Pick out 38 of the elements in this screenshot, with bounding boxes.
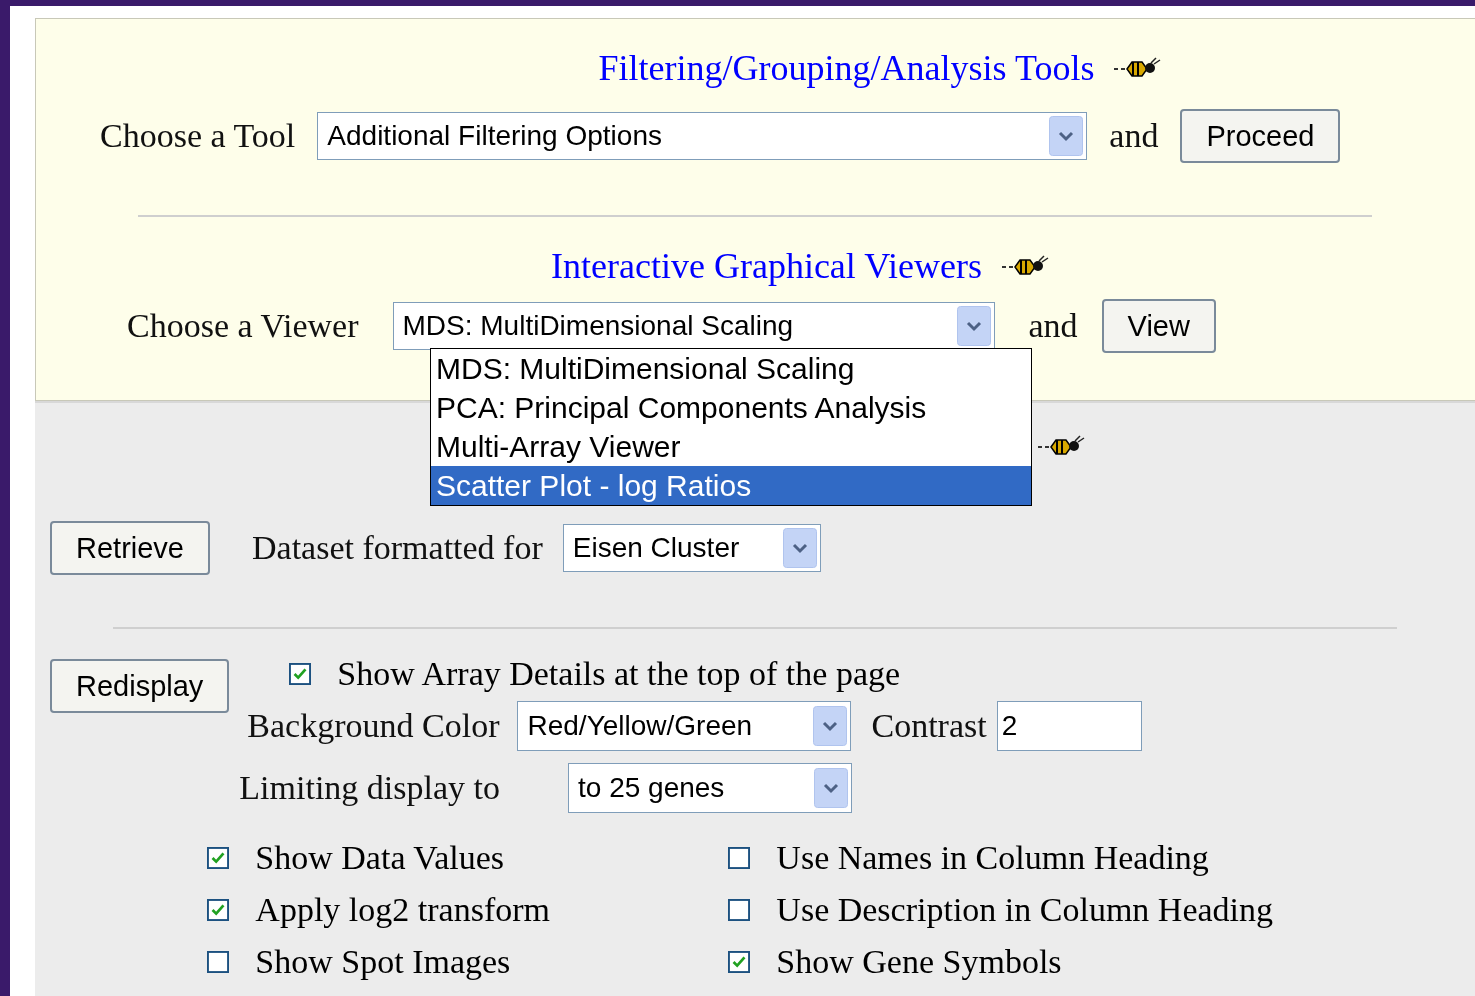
tool-select[interactable]: Additional Filtering Options bbox=[317, 112, 1088, 160]
and-label: and bbox=[1109, 117, 1159, 155]
view-button[interactable]: View bbox=[1101, 299, 1216, 353]
checkbox[interactable] bbox=[289, 663, 312, 685]
limit-label: Limiting display to bbox=[239, 769, 500, 807]
checkbox-label: Show Array Details at the top of the page bbox=[337, 655, 901, 693]
checkbox-label: Show Data Values bbox=[255, 839, 505, 877]
redisplay-button[interactable]: Redisplay bbox=[50, 659, 230, 713]
background-color-select[interactable]: Red/Yellow/Green bbox=[517, 701, 852, 751]
section-title: Filtering/Grouping/Analysis Tools bbox=[598, 47, 1095, 89]
dropdown-option[interactable]: Scatter Plot - log Ratios bbox=[431, 466, 1031, 505]
checkbox-label: Show Gene Symbols bbox=[776, 943, 1062, 981]
checkbox[interactable] bbox=[207, 951, 230, 973]
checkbox[interactable] bbox=[728, 951, 751, 973]
section-title: Interactive Graphical Viewers bbox=[551, 245, 982, 287]
limit-select[interactable]: to 25 genes bbox=[568, 763, 852, 813]
retrieve-button[interactable]: Retrieve bbox=[50, 521, 210, 575]
and-label: and bbox=[1028, 307, 1078, 345]
checkbox-label: Apply log2 transform bbox=[255, 891, 550, 929]
dataset-label: Dataset formatted for bbox=[252, 529, 543, 567]
checkbox-label: Use Names in Column Heading bbox=[776, 839, 1209, 877]
checkbox[interactable] bbox=[728, 847, 751, 869]
dropdown-option[interactable]: MDS: MultiDimensional Scaling bbox=[431, 349, 1031, 388]
proceed-button[interactable]: Proceed bbox=[1180, 109, 1341, 163]
contrast-field[interactable]: 2 bbox=[996, 701, 1142, 751]
checkbox[interactable] bbox=[728, 899, 751, 921]
checkbox-label: Use Description in Column Heading bbox=[776, 891, 1274, 929]
dropdown-option[interactable]: Multi-Array Viewer bbox=[431, 427, 1031, 466]
dropdown-option[interactable]: PCA: Principal Components Analysis bbox=[431, 388, 1031, 427]
contrast-label: Contrast bbox=[871, 707, 987, 745]
background-color-label: Background Color bbox=[247, 707, 500, 745]
dataset-select[interactable]: Eisen Cluster bbox=[562, 524, 821, 572]
viewer-select[interactable]: MDS: MultiDimensional Scaling bbox=[392, 302, 995, 350]
checkbox[interactable] bbox=[207, 847, 230, 869]
checkbox-label: Show Spot Images bbox=[255, 943, 511, 981]
tool-label: Choose a Tool bbox=[100, 117, 296, 155]
checkbox[interactable] bbox=[207, 899, 230, 921]
viewer-label: Choose a Viewer bbox=[127, 307, 359, 345]
